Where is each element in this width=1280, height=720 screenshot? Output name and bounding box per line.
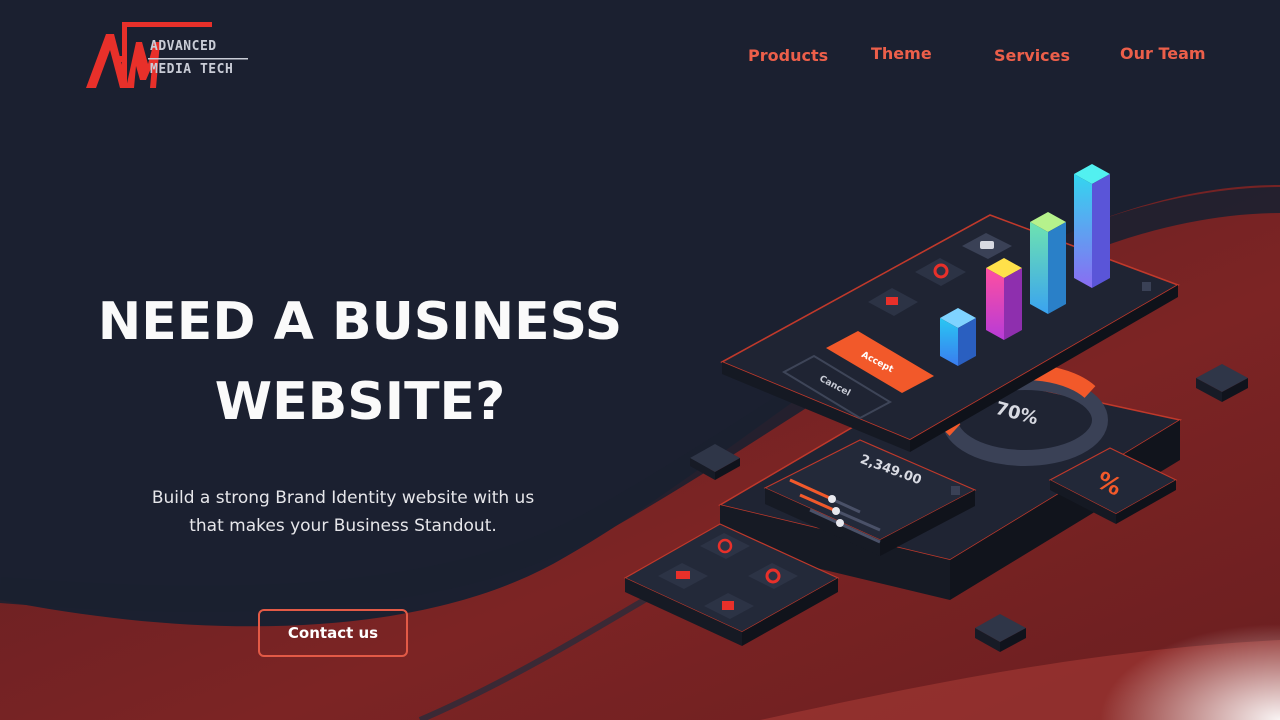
chart-bar <box>940 308 976 366</box>
slider-handle[interactable] <box>832 507 840 515</box>
nav-our-team[interactable]: Our Team <box>1120 44 1206 63</box>
floating-cube <box>690 444 740 480</box>
hero-illustration: 70% % 2,349.00 Accept Cancel <box>600 150 1280 670</box>
floating-cube <box>975 614 1026 652</box>
top-navigation: Products Theme Services Our Team <box>0 42 1280 72</box>
hero-title-line2: WEBSITE? <box>214 372 506 432</box>
slider-handle[interactable] <box>836 519 844 527</box>
floating-cube <box>1196 364 1248 402</box>
nav-products[interactable]: Products <box>748 46 828 65</box>
hero-subtitle: Build a strong Brand Identity website wi… <box>110 484 576 540</box>
slider-handle[interactable] <box>828 495 836 503</box>
hero-title-line1: NEED A BUSINESS <box>97 292 623 352</box>
nav-services[interactable]: Services <box>994 46 1070 65</box>
chart-bar <box>1074 164 1110 288</box>
contact-us-button[interactable]: Contact us <box>258 609 408 657</box>
chart-bar <box>1030 212 1066 314</box>
hero-subtitle-line1: Build a strong Brand Identity website wi… <box>151 488 535 508</box>
hero-subtitle-line2: that makes your Business Standout. <box>189 516 497 536</box>
hero-title: NEED A BUSINESS WEBSITE? <box>60 282 660 442</box>
chart-bar <box>986 258 1022 340</box>
nav-theme[interactable]: Theme <box>871 44 932 63</box>
